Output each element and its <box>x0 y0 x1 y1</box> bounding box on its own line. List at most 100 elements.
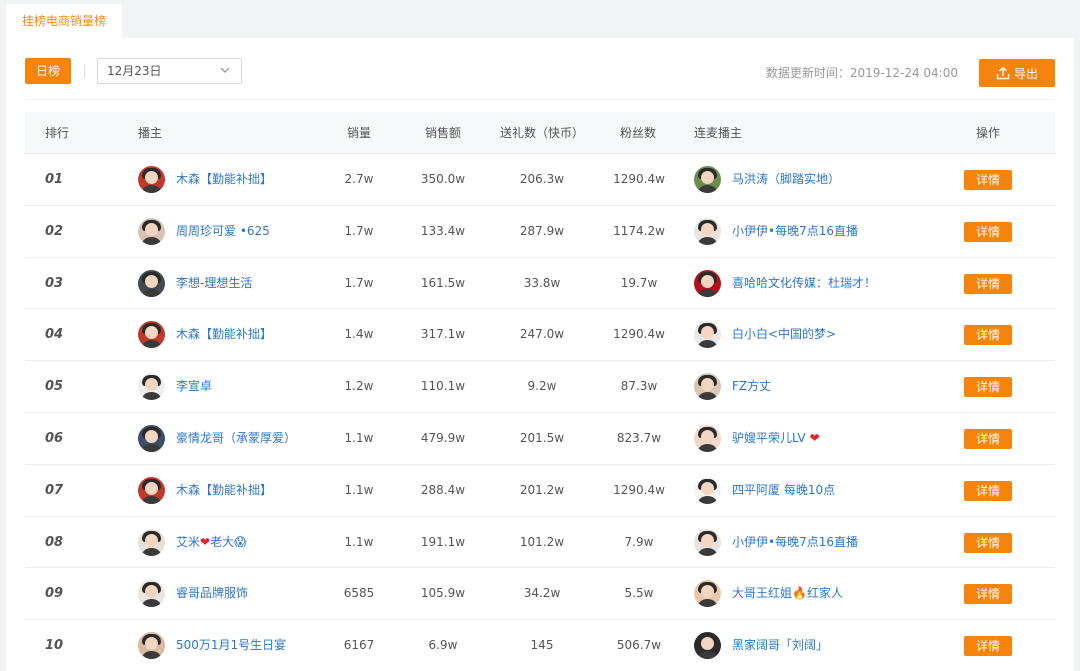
linked-anchor-name-link[interactable]: 大哥王红姐🔥红家人 <box>732 568 843 619</box>
fans-value: 1174.2w <box>613 223 665 238</box>
linked-anchor-avatar[interactable] <box>694 373 721 401</box>
export-button[interactable]: 导出 <box>979 59 1055 87</box>
anchor-name-link[interactable]: 木森【勤能补拙】 <box>176 465 272 516</box>
anchor-avatar[interactable] <box>138 217 165 245</box>
linked-anchor-name: 黑家阔哥「刘阔」 <box>732 638 829 653</box>
linked-anchor-name: 白小白<中国的梦> <box>732 327 837 342</box>
sales-value: 1.7w <box>344 223 374 238</box>
fans-value: 87.3w <box>620 379 658 394</box>
detail-button[interactable]: 详情 <box>964 170 1012 190</box>
linked-anchor-avatar[interactable] <box>694 321 721 349</box>
linked-anchor-cell: 小伊伊•每晚7点16直播 <box>694 517 858 568</box>
detail-button[interactable]: 详情 <box>964 584 1012 605</box>
linked-anchor-avatar[interactable] <box>694 476 721 504</box>
anchor-avatar[interactable] <box>138 476 165 504</box>
linked-anchor-avatar[interactable] <box>694 632 721 660</box>
daily-ranking-button[interactable]: 日榜 <box>25 58 71 84</box>
avatar-face <box>145 481 158 495</box>
revenue-value: 288.4w <box>420 482 466 497</box>
linked-anchor-avatar[interactable] <box>694 580 721 608</box>
avatar-body <box>697 599 718 608</box>
sales-value: 1.2w <box>344 379 374 394</box>
main-panel: 日榜 12月23日 数据更新时间：2019-12-24 04:00 导出 排行 … <box>6 38 1074 671</box>
detail-button[interactable]: 详情 <box>964 221 1012 242</box>
linked-anchor-name-link[interactable]: 黑家阔哥「刘阔」 <box>732 620 828 671</box>
detail-button[interactable]: 详情 <box>964 636 1012 657</box>
linked-anchor-name-link[interactable]: 小伊伊•每晚7点16直播 <box>732 206 858 257</box>
anchor-name-link[interactable]: 豪情龙哥（承蒙厚爱） <box>176 413 296 464</box>
linked-anchor-avatar[interactable] <box>694 424 721 452</box>
anchor-avatar[interactable] <box>138 166 165 193</box>
linked-anchor-name: 喜哈哈文化传媒：杜瑞才！ <box>732 275 877 290</box>
rank-number: 06 <box>45 430 64 446</box>
detail-button[interactable]: 详情 <box>964 532 1012 553</box>
revenue-value: 105.9w <box>420 586 466 601</box>
anchor-name-tail: 老大 <box>210 534 235 549</box>
sales-value: 1.1w <box>344 430 374 445</box>
rank-number: 08 <box>45 534 64 550</box>
linked-anchor-name: 马洪涛（脚踏实地） <box>732 172 841 186</box>
anchor-name: 周周珍可爱 •625 <box>176 223 270 238</box>
avatar-body <box>141 340 162 349</box>
anchor-name-link[interactable]: 李想-理想生活 <box>176 258 252 309</box>
anchor-avatar[interactable] <box>138 269 165 297</box>
linked-anchor-name-link[interactable]: 驴嫂平荣儿LV ❤ <box>732 413 820 464</box>
anchor-name-link[interactable]: 睿哥品牌服饰 <box>176 568 248 619</box>
linked-anchor-name-link[interactable]: FZ方丈 <box>732 361 771 412</box>
anchor-avatar[interactable] <box>138 632 165 660</box>
detail-button[interactable]: 详情 <box>964 480 1012 501</box>
anchor-name-link[interactable]: 木森【勤能补拙】 <box>176 154 272 205</box>
anchor-avatar[interactable] <box>138 580 165 608</box>
table-row-09: 09 睿哥品牌服饰 6585 105.9w 34.2w 5.5w 大哥王红姐🔥红… <box>25 568 1055 621</box>
anchor-name: 艾米 <box>176 534 201 549</box>
anchor-name-link[interactable]: 500万1月1号生日宴 <box>176 620 286 671</box>
linked-anchor-name: 大哥王红姐 <box>732 586 793 601</box>
linked-anchor-cell: 黑家阔哥「刘阔」 <box>694 620 828 671</box>
anchor-avatar[interactable] <box>138 424 165 452</box>
anchor-avatar[interactable] <box>138 321 165 349</box>
gifts-value: 206.3w <box>519 172 565 186</box>
linked-anchor-name-link[interactable]: 四平阿厦 每晚10点 <box>732 465 835 516</box>
linked-anchor-cell: FZ方丈 <box>694 361 771 412</box>
linked-anchor-avatar[interactable] <box>694 217 721 245</box>
detail-button[interactable]: 详情 <box>964 428 1012 449</box>
linked-anchor-avatar[interactable] <box>694 269 721 297</box>
avatar-face <box>701 171 714 184</box>
detail-button[interactable]: 详情 <box>964 377 1012 398</box>
anchor-name-link[interactable]: 木森【勤能补拙】 <box>176 309 272 360</box>
detail-button[interactable]: 详情 <box>964 273 1012 294</box>
fans-value: 1290.4w <box>613 327 665 342</box>
avatar-body <box>141 288 162 297</box>
anchor-name-link[interactable]: 李宣卓 <box>176 361 212 412</box>
table-row-08: 08 艾米❤老大😱 1.1w 191.1w 101.2w 7.9w 小伊伊•每晚… <box>25 517 1055 569</box>
anchor-cell: 木森【勤能补拙】 <box>138 465 272 516</box>
linked-anchor-avatar[interactable] <box>694 166 721 193</box>
sales-value: 2.7w <box>344 172 374 186</box>
avatar-face <box>701 637 714 651</box>
linked-anchor-name-link[interactable]: 马洪涛（脚踏实地） <box>732 154 840 205</box>
export-button-label: 导出 <box>1013 66 1038 81</box>
avatar-face <box>145 637 158 651</box>
linked-anchor-name: FZ方丈 <box>732 379 772 394</box>
rank-number: 07 <box>45 482 64 498</box>
anchor-cell: 睿哥品牌服饰 <box>138 568 248 619</box>
linked-anchor-name-link[interactable]: 喜哈哈文化传媒：杜瑞才！ <box>732 258 876 309</box>
linked-anchor-name-link[interactable]: 小伊伊•每晚7点16直播 <box>732 517 858 568</box>
anchor-avatar[interactable] <box>138 373 165 401</box>
sales-value: 6167 <box>343 638 375 653</box>
gifts-value: 287.9w <box>519 223 565 238</box>
rank-number: 10 <box>45 638 64 654</box>
anchor-name-link[interactable]: 周周珍可爱 •625 <box>176 206 270 257</box>
emoji-icon: 😱 <box>234 534 247 549</box>
detail-button[interactable]: 详情 <box>964 325 1012 346</box>
date-select[interactable]: 12月23日 <box>97 58 242 84</box>
toolbar: 日榜 12月23日 数据更新时间：2019-12-24 04:00 导出 <box>6 38 1074 100</box>
linked-anchor-name-link[interactable]: 白小白<中国的梦> <box>732 309 836 360</box>
gifts-value: 33.8w <box>523 275 561 290</box>
table-row-02: 02 周周珍可爱 •625 1.7w 133.4w 287.9w 1174.2w… <box>25 206 1055 258</box>
linked-anchor-avatar[interactable] <box>694 528 721 556</box>
tab-ecommerce-sales-ranking[interactable]: 挂榜电商销量榜 <box>6 4 122 38</box>
anchor-cell: 豪情龙哥（承蒙厚爱） <box>138 413 296 464</box>
anchor-avatar[interactable] <box>138 528 165 556</box>
anchor-name-link[interactable]: 艾米❤老大😱 <box>176 517 247 568</box>
